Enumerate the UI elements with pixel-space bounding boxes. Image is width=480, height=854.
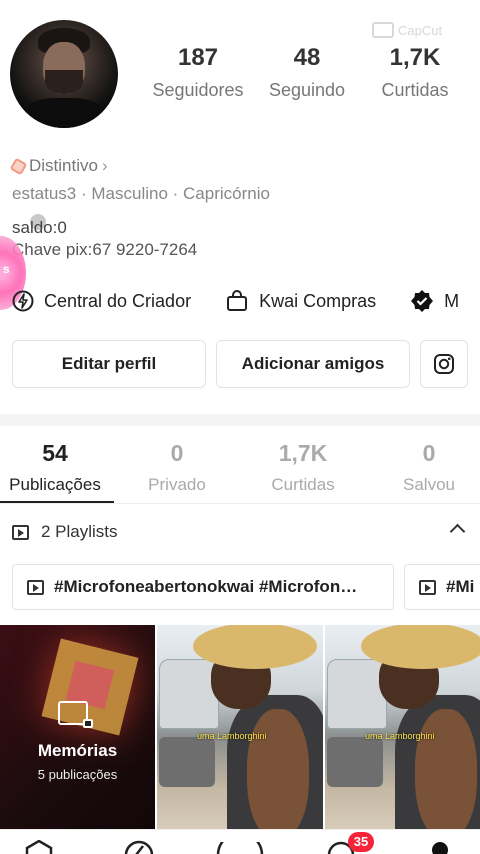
tab-curtidas-count: 1,7K	[278, 440, 328, 466]
chevron-right-icon: ›	[101, 156, 108, 175]
home-icon[interactable]	[24, 840, 54, 854]
playlist-chip[interactable]: #Mi	[404, 564, 480, 610]
kwai-shop-label: Kwai Compras	[259, 290, 377, 311]
likes-label: Curtidas	[381, 80, 449, 100]
verified-badge-icon	[411, 290, 434, 312]
thumbnail-person-arm	[247, 709, 309, 829]
creator-center-link[interactable]: Central do Criador	[12, 284, 191, 318]
inbox-badge: 35	[348, 832, 374, 852]
verified-label: M	[444, 290, 460, 311]
tab-salvou[interactable]: 0 Salvou	[374, 440, 480, 495]
creator-links: Central do Criador Kwai Compras M	[12, 284, 459, 318]
video-thumbnail[interactable]: uma Lamborghini	[157, 625, 323, 829]
memories-tile[interactable]: Memórias 5 publicações	[0, 625, 155, 829]
tab-privado-count: 0	[170, 440, 184, 466]
playlist-chip-label: #Microfoneabertonokwai #Microfon…	[54, 577, 358, 596]
playlists-header[interactable]: 2 Playlists	[12, 522, 118, 542]
tab-publicacoes[interactable]: 54 Publicações	[0, 440, 110, 495]
capcut-logo-icon	[372, 22, 394, 38]
memories-subtitle: 5 publicações	[37, 767, 118, 782]
following-label: Seguindo	[268, 80, 346, 100]
profile-avatar[interactable]	[10, 20, 118, 128]
playlist-chip-label: #Mi	[446, 577, 475, 596]
watermark-text: CapCut	[398, 22, 443, 38]
thumbnail-car	[327, 737, 383, 787]
followers-count: 187	[177, 44, 219, 71]
playlist-icon	[12, 524, 29, 540]
memories-title: Memórias	[37, 741, 118, 760]
tab-curtidas-label: Curtidas	[271, 475, 335, 494]
bottom-nav	[0, 829, 480, 854]
verified-link[interactable]: M	[410, 284, 459, 318]
tab-salvou-label: Salvou	[403, 475, 455, 494]
edit-profile-button[interactable]: Editar perfil	[12, 340, 206, 388]
followers-stat[interactable]: 187 Seguidores	[143, 44, 253, 101]
following-stat[interactable]: 48 Seguindo	[252, 44, 362, 101]
likes-stat[interactable]: 1,7K Curtidas	[360, 44, 470, 101]
thumbnail-hat	[361, 625, 480, 669]
thumbnail-person-arm	[415, 709, 477, 829]
lightning-icon	[12, 290, 34, 312]
instagram-icon	[434, 354, 454, 374]
distintivo-link[interactable]: Distintivo ›	[9, 156, 108, 176]
bio-saldo: saldo:0	[12, 218, 67, 237]
discover-icon[interactable]	[124, 840, 154, 854]
shopping-bag-icon	[227, 290, 248, 311]
tab-publicacoes-label: Publicações	[9, 475, 101, 494]
playlists-count-label: 2 Playlists	[41, 522, 118, 541]
playlist-chip[interactable]: #Microfoneabertonokwai #Microfon…	[12, 564, 394, 610]
followers-label: Seguidores	[152, 80, 244, 100]
instagram-button[interactable]	[420, 340, 468, 388]
video-thumbnail[interactable]: uma Lamborghini	[325, 625, 480, 829]
avatar-beard	[45, 70, 83, 94]
tab-privado[interactable]: 0 Privado	[122, 440, 232, 495]
video-caption: uma Lamborghini	[197, 731, 267, 741]
sticker-text: s	[3, 262, 10, 276]
chevron-up-icon[interactable]	[449, 523, 466, 540]
avatar-body	[20, 98, 108, 128]
bio-pix: Chave pix:67 9220-7264	[12, 240, 198, 259]
tab-publicacoes-count: 54	[42, 440, 68, 466]
creator-center-label: Central do Criador	[44, 290, 192, 311]
thumbnail-car	[159, 659, 219, 729]
tab-salvou-count: 0	[422, 440, 436, 466]
badge-hexagon-icon	[9, 157, 28, 175]
kwai-shop-link[interactable]: Kwai Compras	[225, 284, 376, 318]
capcut-watermark: CapCut	[372, 22, 442, 38]
distintivo-label: Distintivo	[29, 156, 98, 175]
tab-curtidas[interactable]: 1,7K Curtidas	[248, 440, 358, 495]
playlist-icon	[419, 579, 436, 595]
thumbnail-hat	[193, 625, 317, 669]
add-friends-button[interactable]: Adicionar amigos	[216, 340, 410, 388]
tabs-divider	[0, 503, 480, 504]
section-divider	[0, 414, 480, 426]
following-count: 48	[293, 44, 321, 71]
profile-icon[interactable]	[428, 840, 452, 854]
playlist-icon	[27, 579, 44, 595]
create-icon[interactable]	[216, 842, 264, 854]
video-caption: uma Lamborghini	[365, 731, 435, 741]
likes-count: 1,7K	[389, 44, 441, 71]
thumbnail-car	[327, 659, 387, 729]
tab-privado-label: Privado	[148, 475, 206, 494]
thumbnail-car	[159, 737, 215, 787]
lock-icon	[83, 719, 93, 728]
profile-meta: estatus3 · Masculino · Capricórnio	[12, 184, 270, 203]
